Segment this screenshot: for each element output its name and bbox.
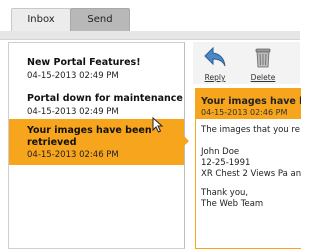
message-subject: Portal down for maintenance: [27, 93, 183, 104]
study-description: XR Chest 2 Views Pa and: [201, 169, 301, 179]
message-body: The images that you re John Doe 12-25-19…: [201, 125, 301, 210]
reply-button[interactable]: Reply: [197, 46, 233, 82]
tab-inbox[interactable]: Inbox: [11, 8, 71, 31]
message-toolbar: Reply Delete: [193, 42, 300, 84]
message-header: Your images have be 04-15-2013 02:46 PM: [196, 89, 301, 119]
tab-strip: [0, 31, 300, 40]
selection-pointer: [183, 135, 189, 147]
tab-bar: Inbox Send: [0, 8, 300, 32]
reading-pane: Your images have be 04-15-2013 02:46 PM …: [195, 88, 301, 249]
message-date: 04-15-2013 02:49 PM: [27, 107, 119, 117]
reply-label: Reply: [204, 73, 226, 82]
message-subject: New Portal Features!: [27, 57, 141, 68]
closing: Thank you,: [201, 188, 249, 198]
message-date: 04-15-2013 02:49 PM: [27, 71, 119, 81]
message-list: New Portal Features! 04-15-2013 02:49 PM…: [8, 42, 185, 249]
message-item[interactable]: Portal down for maintenance 04-15-2013 0…: [9, 87, 184, 121]
reply-icon: [204, 46, 226, 67]
signature: The Web Team: [201, 199, 264, 209]
trash-icon: [255, 48, 271, 68]
delete-label: Delete: [250, 73, 276, 82]
patient-dob: 12-25-1991: [201, 158, 251, 168]
message-title: Your images have be: [201, 96, 301, 107]
delete-button[interactable]: Delete: [245, 46, 281, 82]
message-date: 04-15-2013 02:46 PM: [27, 150, 119, 160]
tab-send[interactable]: Send: [70, 8, 130, 31]
patient-name: John Doe: [201, 147, 240, 157]
message-header-date: 04-15-2013 02:46 PM: [201, 108, 288, 117]
message-item[interactable]: New Portal Features! 04-15-2013 02:49 PM: [9, 51, 184, 87]
body-intro: The images that you re: [201, 125, 300, 135]
mouse-cursor-icon: [152, 117, 164, 133]
